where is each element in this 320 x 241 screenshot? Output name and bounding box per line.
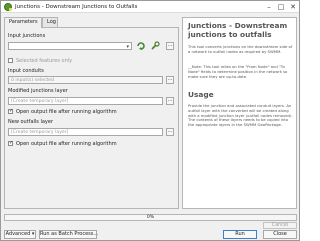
- input-conduits-field: 0 input(s) selected: [8, 76, 163, 84]
- help-usage-heading: Usage: [188, 90, 214, 99]
- modified-junctions-browse-button[interactable]: …: [166, 97, 174, 105]
- tab-parameters[interactable]: Parameters: [4, 17, 42, 28]
- open-output-checkbox-1[interactable]: [8, 108, 13, 114]
- open-output-label-2: Open output file after running algorithm: [16, 141, 117, 147]
- new-outfalls-label: New outfalls layer: [8, 119, 54, 125]
- dialog-window: Junctions - Downstream Junctions to Outf…: [0, 0, 300, 241]
- window-title: Junctions - Downstream Junctions to Outf…: [15, 4, 138, 10]
- run-button[interactable]: Run: [223, 230, 257, 239]
- selected-features-label: Selected features only: [16, 58, 73, 64]
- new-outfalls-field[interactable]: [Create temporary layer]: [8, 128, 163, 136]
- run-as-batch-button[interactable]: Run as Batch Process...: [39, 230, 98, 239]
- help-usage: Provide the junction and associated cond…: [188, 103, 293, 128]
- help-title: Junctions - Downstream junctions to outf…: [188, 21, 288, 39]
- help-note: __Note: This tool relies on the "From No…: [188, 64, 288, 79]
- close-button[interactable]: Close: [263, 230, 297, 239]
- input-conduits-value: 0 input(s) selected: [11, 78, 55, 83]
- advanced-label: Advanced: [5, 231, 31, 237]
- help-intro: This tool converts junctions on the down…: [188, 44, 293, 54]
- new-outfalls-browse-button[interactable]: …: [166, 128, 174, 136]
- open-output-label-1: Open output file after running algorithm: [16, 109, 117, 115]
- maximize-icon[interactable]: □: [275, 2, 287, 12]
- parameters-panel: Input junctions ▾ … Selected features on…: [4, 27, 179, 209]
- tab-log[interactable]: Log: [42, 17, 58, 27]
- chevron-down-icon: ▾: [126, 44, 129, 50]
- input-junctions-combo[interactable]: ▾: [8, 42, 132, 50]
- selected-features-checkbox[interactable]: [8, 58, 13, 63]
- progress-text: 0%: [146, 215, 155, 220]
- modified-junctions-field[interactable]: [Create temporary layer]: [8, 97, 163, 105]
- chevron-down-icon: ▾: [31, 231, 35, 237]
- input-junctions-browse-button[interactable]: …: [166, 42, 174, 50]
- advanced-dropdown-button[interactable]: Advanced ▾: [4, 230, 36, 239]
- help-panel: Junctions - Downstream junctions to outf…: [182, 17, 297, 209]
- modified-junctions-label: Modified junctions layer: [8, 88, 68, 94]
- qgis-logo-icon: [4, 3, 12, 11]
- minimize-icon[interactable]: –: [263, 2, 275, 12]
- iterate-features-icon[interactable]: [136, 41, 146, 51]
- wrench-icon[interactable]: [150, 41, 160, 51]
- modified-junctions-placeholder: [Create temporary layer]: [11, 99, 69, 104]
- open-output-checkbox-2[interactable]: [8, 140, 13, 146]
- input-junctions-label: Input junctions: [8, 33, 46, 39]
- close-icon[interactable]: ✕: [287, 2, 299, 12]
- cancel-button[interactable]: Cancel: [263, 222, 297, 229]
- title-bar: Junctions - Downstream Junctions to Outf…: [1, 1, 299, 13]
- new-outfalls-placeholder: [Create temporary layer]: [11, 130, 69, 135]
- progress-bar: 0%: [4, 214, 297, 221]
- input-conduits-label: Input conduits: [8, 68, 44, 74]
- input-conduits-browse-button[interactable]: …: [166, 76, 174, 84]
